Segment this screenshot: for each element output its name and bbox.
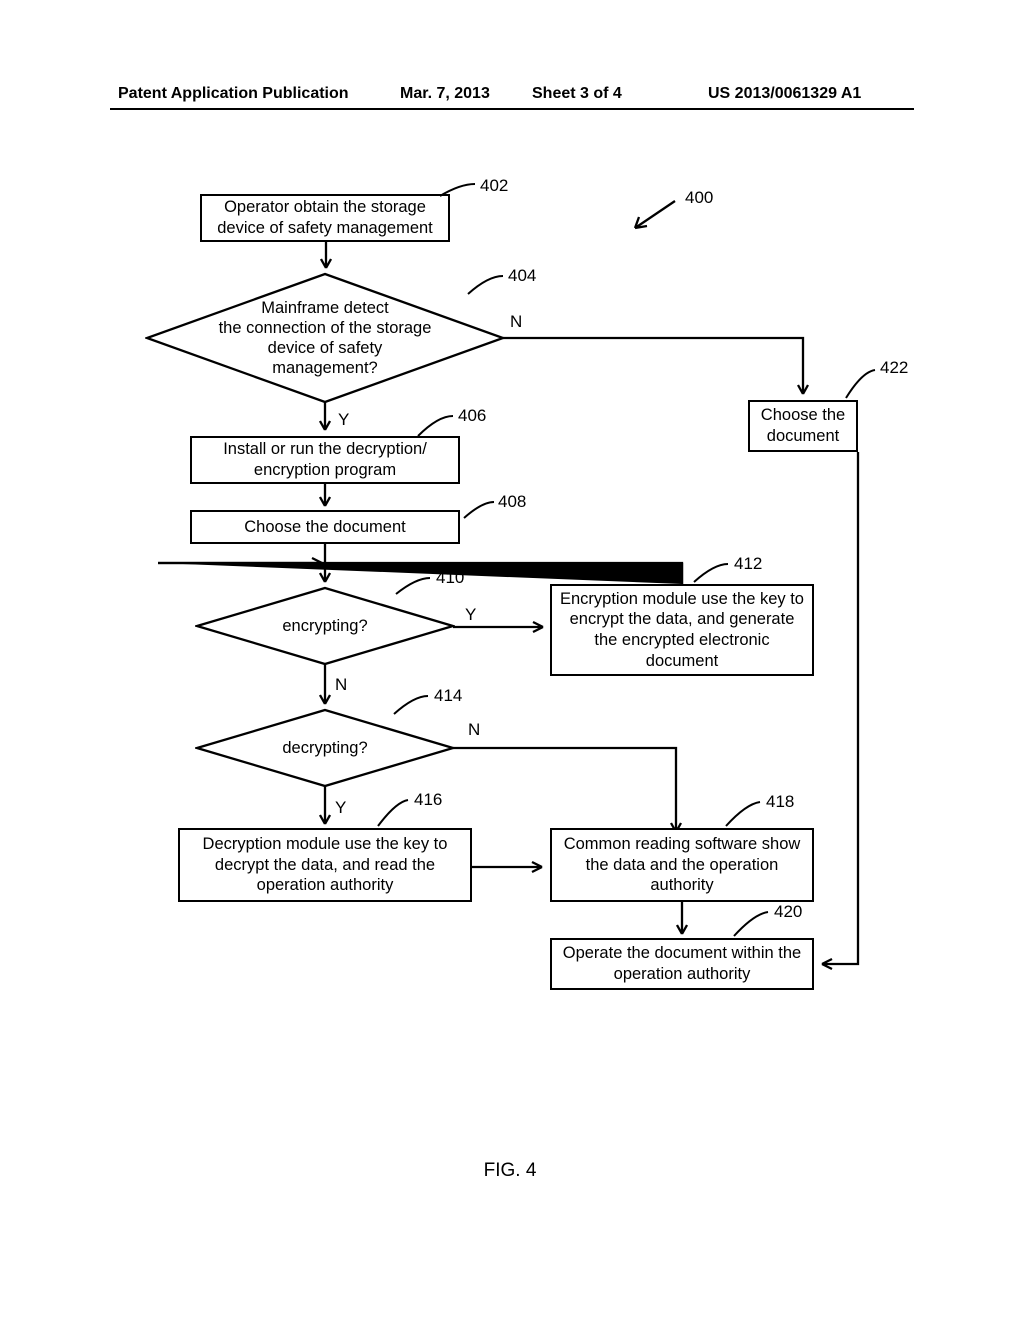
ref-404-leader	[460, 272, 506, 298]
ref-400-leader	[620, 198, 680, 236]
header-sheet: Sheet 3 of 4	[532, 85, 622, 103]
ref-412: 412	[734, 554, 762, 574]
header-date: Mar. 7, 2013	[400, 85, 490, 103]
node-422: Choose the document	[748, 400, 858, 452]
node-410: encrypting?	[195, 586, 455, 666]
ref-418-leader	[720, 798, 764, 830]
ref-404: 404	[508, 266, 536, 286]
figure-label: FIG. 4	[110, 1160, 910, 1182]
label-404-N: N	[510, 312, 522, 332]
label-414-N: N	[468, 720, 480, 740]
arrow-404-422	[503, 336, 823, 406]
ref-420-leader	[728, 908, 772, 940]
node-414-text: decrypting?	[282, 738, 367, 758]
ref-416-leader	[372, 796, 412, 830]
arrow-402-404	[320, 242, 332, 276]
node-408-text: Choose the document	[244, 517, 405, 538]
node-418: Common reading software show the data an…	[550, 828, 814, 902]
arrow-410-414	[319, 664, 331, 712]
node-410-text: encrypting?	[282, 616, 367, 636]
ref-406-leader	[410, 412, 456, 440]
ref-412-leader	[688, 560, 732, 586]
node-412: Encryption module use the key to encrypt…	[550, 584, 814, 676]
arrow-412-up	[676, 563, 688, 587]
ref-418: 418	[766, 792, 794, 812]
ref-406: 406	[458, 406, 486, 426]
arrow-422-420	[810, 452, 874, 972]
node-406: Install or run the decryption/ encryptio…	[190, 436, 460, 484]
node-412-text: Encryption module use the key to encrypt…	[560, 589, 804, 672]
node-418-text: Common reading software show the data an…	[560, 834, 804, 896]
ref-420: 420	[774, 902, 802, 922]
node-422-text: Choose the document	[758, 405, 848, 446]
header-divider	[110, 108, 914, 110]
flowchart: 400 Operator obtain the storage device o…	[110, 180, 910, 1180]
ref-408: 408	[498, 492, 526, 512]
ref-422-leader	[840, 366, 880, 402]
ref-416: 416	[414, 790, 442, 810]
ref-422: 422	[880, 358, 908, 378]
ref-408-leader	[458, 498, 498, 522]
ref-400: 400	[685, 188, 713, 208]
arrow-418-420	[676, 902, 688, 942]
node-406-text: Install or run the decryption/ encryptio…	[223, 439, 427, 480]
node-416: Decryption module use the key to decrypt…	[178, 828, 472, 902]
arrow-404-406	[319, 402, 331, 438]
ref-414: 414	[434, 686, 462, 706]
node-416-text: Decryption module use the key to decrypt…	[188, 834, 462, 896]
label-414-Y: Y	[335, 798, 346, 818]
node-408: Choose the document	[190, 510, 460, 544]
arrow-412-loop-path	[150, 555, 690, 589]
node-420-text: Operate the document within the operatio…	[560, 943, 804, 984]
node-402: Operator obtain the storage device of sa…	[200, 194, 450, 242]
label-404-Y: Y	[338, 410, 349, 430]
arrow-416-418	[472, 860, 552, 874]
ref-414-leader	[388, 692, 432, 718]
ref-402: 402	[480, 176, 508, 196]
label-410-N: N	[335, 675, 347, 695]
header-publication: Patent Application Publication	[118, 85, 349, 103]
node-402-text: Operator obtain the storage device of sa…	[210, 197, 440, 238]
node-404: Mainframe detect the connection of the s…	[145, 272, 505, 404]
ref-402-leader	[430, 180, 480, 200]
arrow-410-412	[453, 620, 553, 634]
arrow-414-416	[319, 786, 331, 832]
node-404-text: Mainframe detect the connection of the s…	[219, 298, 432, 379]
node-420: Operate the document within the operatio…	[550, 938, 814, 990]
node-414: decrypting?	[195, 708, 455, 788]
header-pubno: US 2013/0061329 A1	[708, 85, 861, 103]
arrow-414-418	[453, 742, 693, 842]
